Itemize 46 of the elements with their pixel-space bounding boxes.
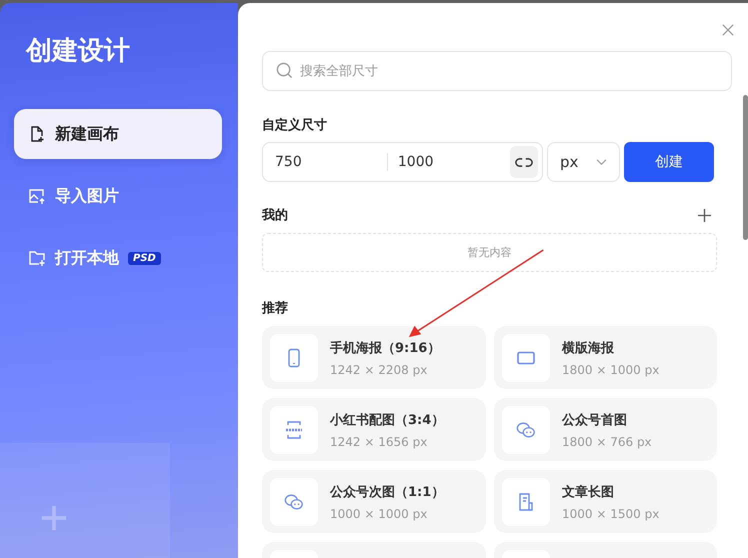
template-card[interactable]: 公众号次图（1:1） 1000 × 1000 px bbox=[262, 470, 486, 533]
card-size: 1242 × 1656 px bbox=[330, 434, 428, 448]
empty-text: 暂无内容 bbox=[468, 245, 512, 260]
psd-badge: PSD bbox=[128, 252, 161, 264]
template-card[interactable]: 文章长图 1000 × 1500 px bbox=[494, 470, 717, 533]
card-title: 横版海报 bbox=[562, 340, 615, 356]
search-field[interactable]: 搜索全部尺寸 bbox=[262, 51, 732, 91]
card-title: 小红书配图（3:4） bbox=[330, 412, 444, 428]
template-card[interactable]: 公众号首图 1800 × 766 px bbox=[494, 398, 717, 461]
scrollbar[interactable] bbox=[743, 95, 748, 240]
card-title: 公众号首图 bbox=[562, 412, 628, 428]
frame-icon bbox=[284, 420, 304, 440]
close-icon[interactable] bbox=[722, 24, 734, 36]
link-icon bbox=[514, 156, 533, 168]
card-size: 1800 × 1000 px bbox=[562, 362, 660, 376]
template-card[interactable]: 手机海报（9:16） 1242 × 2208 px bbox=[262, 326, 486, 389]
sidebar-title: 创建设计 bbox=[26, 35, 131, 68]
card-size: 1000 × 1000 px bbox=[330, 506, 428, 520]
section-heading: 我的 bbox=[262, 207, 288, 224]
height-field[interactable]: 1000 bbox=[390, 153, 510, 171]
card-size: 1800 × 766 px bbox=[562, 434, 652, 448]
sidebar-item[interactable]: 导入图片 bbox=[14, 171, 222, 221]
card-title: 文章长图 bbox=[562, 484, 615, 500]
chat-bubbles-icon bbox=[516, 420, 536, 440]
plus-icon[interactable] bbox=[698, 208, 711, 222]
plus-icon bbox=[40, 504, 68, 532]
card-title: 手机海报（9:16） bbox=[330, 340, 440, 356]
section-heading: 自定义尺寸 bbox=[262, 116, 328, 134]
link-button[interactable] bbox=[510, 146, 538, 178]
image-icon bbox=[28, 187, 46, 205]
card-title: 公众号次图（1:1） bbox=[330, 484, 444, 500]
unit-dropdown[interactable]: px bbox=[547, 142, 620, 182]
template-card[interactable]: 横版海报 1800 × 1000 px bbox=[494, 326, 717, 389]
chat-bubbles-icon bbox=[284, 492, 304, 512]
folder-plus-icon bbox=[28, 249, 46, 267]
section-heading: 推荐 bbox=[262, 300, 289, 317]
create-button[interactable]: 创建 bbox=[624, 142, 714, 182]
template-card[interactable]: 小红书配图（3:4） 1242 × 1656 px bbox=[262, 398, 486, 461]
chevron-down-icon bbox=[596, 158, 607, 166]
sidebar-item[interactable]: 打开本地 PSD bbox=[14, 233, 222, 283]
search-icon bbox=[276, 62, 293, 79]
width-field[interactable]: 750 bbox=[267, 153, 387, 171]
sidebar-item[interactable]: 新建画布 bbox=[14, 109, 222, 159]
card-size: 1242 × 2208 px bbox=[330, 362, 428, 376]
add-card[interactable] bbox=[0, 443, 170, 558]
card-size: 1000 × 1500 px bbox=[562, 506, 660, 520]
